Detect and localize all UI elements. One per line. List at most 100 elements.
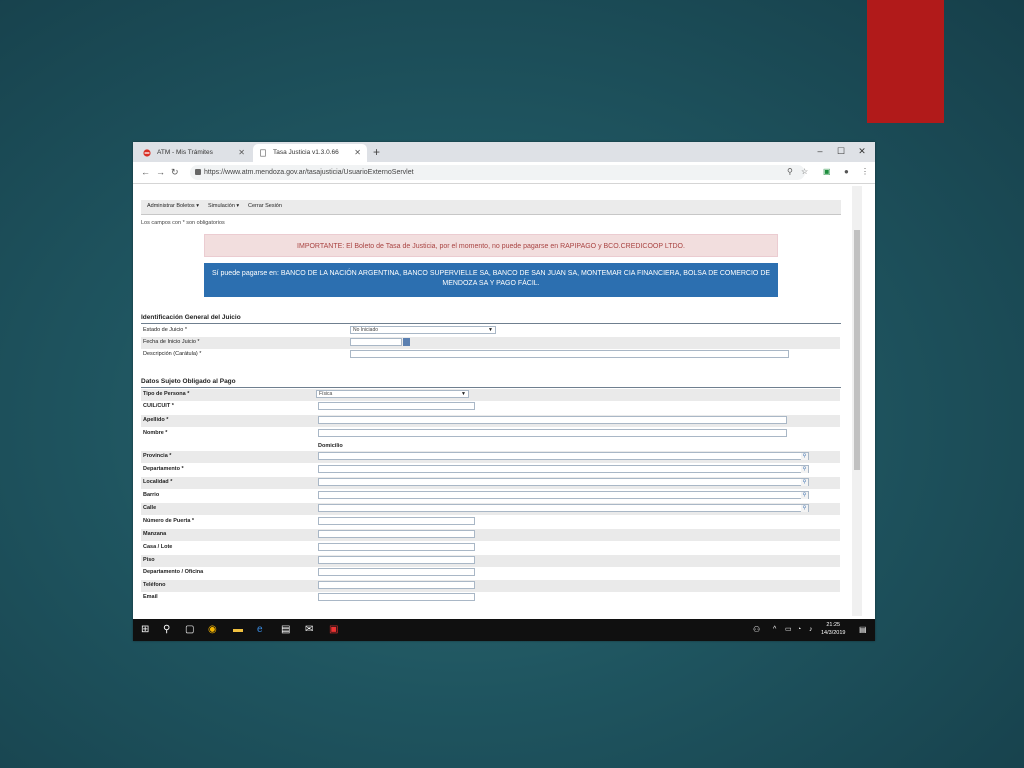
clock-time: 21:25 [826, 622, 841, 628]
form-row: Localidad * ⚲ [141, 477, 840, 489]
form-row: Tipo de Persona * Física ▼ [141, 389, 840, 401]
tray-chevron-icon[interactable]: ^ [773, 624, 776, 636]
forward-icon[interactable]: → [156, 165, 165, 179]
field-label: Departamento * [143, 466, 184, 472]
calendar-icon[interactable] [403, 338, 410, 346]
close-tab-icon[interactable]: ✕ [238, 144, 245, 162]
text-input[interactable] [318, 402, 475, 410]
text-input[interactable] [318, 568, 475, 576]
lookup-search-icon[interactable]: ⚲ [801, 466, 808, 473]
text-input[interactable] [318, 416, 787, 424]
chrome-icon[interactable]: ◉ [208, 624, 217, 636]
search-icon[interactable]: ⚲ [163, 624, 170, 636]
bookmark-star-icon[interactable]: ☆ [801, 165, 808, 179]
lookup-search-icon[interactable]: ⚲ [801, 505, 808, 512]
text-input[interactable]: ⚲ [318, 504, 809, 512]
text-input[interactable] [318, 543, 475, 551]
text-input[interactable] [318, 581, 475, 589]
form-row: Departamento / Oficina [141, 567, 840, 579]
url-text: https://www.atm.mendoza.gov.ar/tasajusti… [204, 169, 414, 176]
volume-icon[interactable]: ♪ [809, 624, 813, 636]
text-input[interactable]: ⚲ [318, 452, 809, 460]
back-icon[interactable]: ← [141, 165, 150, 179]
tab-atm-mis-tramites[interactable]: ATM - Mis Trámites ✕ [137, 144, 251, 162]
form-row-descripcion: Descripción (Carátula) * [141, 349, 840, 361]
accent-red-rectangle [867, 0, 944, 123]
text-input[interactable] [318, 593, 475, 601]
dropdown-arrow-icon: ▼ [488, 327, 493, 333]
field-label: Estado de Juicio * [143, 327, 188, 333]
mail-icon[interactable]: ✉ [305, 624, 313, 636]
people-icon[interactable]: ⚇ [753, 624, 760, 636]
zoom-icon[interactable]: ⚲ [787, 165, 793, 179]
scrollbar-thumb[interactable] [854, 230, 860, 470]
edge-icon[interactable]: e [257, 624, 263, 636]
task-view-icon[interactable]: ▢ [185, 624, 194, 636]
text-input[interactable]: ⚲ [318, 465, 809, 473]
text-input[interactable] [318, 556, 475, 564]
pdf-reader-icon[interactable]: ▣ [329, 624, 338, 636]
new-tab-button[interactable]: + [373, 144, 380, 160]
store-icon[interactable]: ▤ [281, 624, 290, 636]
screenshot-window: ATM - Mis Trámites ✕ Tasa Justicia v1.3.… [133, 142, 875, 641]
lookup-search-icon[interactable]: ⚲ [801, 453, 808, 460]
form-row-estado-juicio: Estado de Juicio * No Iniciado ▼ [141, 325, 840, 337]
field-label: Email [143, 594, 158, 600]
tab-title: Tasa Justicia v1.3.0.66 [273, 149, 339, 156]
form-row: Casa / Lote [141, 542, 840, 554]
text-input[interactable]: ⚲ [318, 478, 809, 486]
text-input[interactable] [318, 530, 475, 538]
section-divider [141, 387, 841, 388]
app-menu-bar: Administrar Boletos ▾ Simulación ▾ Cerra… [141, 200, 841, 215]
form-row: Número de Puerta * [141, 516, 840, 528]
field-label: Calle [143, 505, 157, 511]
lookup-search-icon[interactable]: ⚲ [801, 479, 808, 486]
field-label: Teléfono [143, 582, 166, 588]
text-input[interactable] [318, 429, 787, 437]
menu-simulacion[interactable]: Simulación ▾ [208, 203, 239, 209]
fecha-inicio-input[interactable] [350, 338, 402, 346]
form-row: Teléfono [141, 580, 840, 592]
notifications-icon[interactable]: ▤ [859, 624, 867, 636]
form-row: Provincia * ⚲ [141, 451, 840, 463]
field-label: Tipo de Persona * [143, 391, 190, 397]
extension-icon[interactable]: ▣ [823, 165, 831, 179]
maximize-button[interactable]: ☐ [830, 144, 852, 158]
page-scrollbar[interactable] [852, 186, 862, 616]
field-label: Casa / Lote [143, 544, 173, 550]
menu-cerrar-sesion[interactable]: Cerrar Sesión [248, 203, 282, 209]
select-value: No Iniciado [353, 327, 379, 333]
field-label: Fecha de Inicio Juicio * [143, 339, 200, 345]
menu-kebab-icon[interactable]: ⋮ [861, 165, 869, 179]
windows-taskbar: ⊞ ⚲ ▢ ◉ ▬ e ▤ ✉ ▣ ⚇ ^ ▭ ◔ ♪ 21:25 14/3/2… [133, 619, 875, 641]
minimize-button[interactable]: – [809, 144, 831, 158]
form-row: CUIL/CUIT * [141, 401, 840, 413]
form-row: Departamento * ⚲ [141, 464, 840, 476]
file-explorer-icon[interactable]: ▬ [233, 624, 243, 636]
tab-tasa-justicia[interactable]: Tasa Justicia v1.3.0.66 ✕ [253, 144, 367, 162]
battery-icon[interactable]: ▭ [785, 624, 792, 636]
page-content: Administrar Boletos ▾ Simulación ▾ Cerra… [133, 184, 875, 619]
reload-icon[interactable]: ↻ [171, 165, 179, 179]
field-label: Piso [143, 557, 155, 563]
windows-start-icon[interactable]: ⊞ [141, 624, 149, 636]
text-input[interactable]: ⚲ [318, 491, 809, 499]
menu-administrar-boletos[interactable]: Administrar Boletos ▾ [147, 203, 199, 209]
field-label: Provincia * [143, 453, 172, 459]
address-bar: ← → ↻ https://www.atm.mendoza.gov.ar/tas… [133, 162, 875, 184]
form-row: Calle ⚲ [141, 503, 840, 515]
network-icon[interactable]: ◔ [797, 624, 801, 636]
tipo-persona-select[interactable]: Física ▼ [316, 390, 469, 398]
form-row: Manzana [141, 529, 840, 541]
field-label: Barrio [143, 492, 160, 498]
url-input[interactable]: https://www.atm.mendoza.gov.ar/tasajusti… [190, 165, 805, 180]
close-window-button[interactable]: ✕ [851, 144, 873, 158]
close-tab-icon[interactable]: ✕ [354, 144, 361, 162]
lookup-search-icon[interactable]: ⚲ [801, 492, 808, 499]
system-clock[interactable]: 21:25 14/3/2019 [821, 621, 845, 637]
field-label: Número de Puerta * [143, 518, 195, 524]
profile-icon[interactable]: ● [844, 165, 849, 179]
estado-juicio-select[interactable]: No Iniciado ▼ [350, 326, 496, 334]
descripcion-input[interactable] [350, 350, 789, 358]
text-input[interactable] [318, 517, 475, 525]
